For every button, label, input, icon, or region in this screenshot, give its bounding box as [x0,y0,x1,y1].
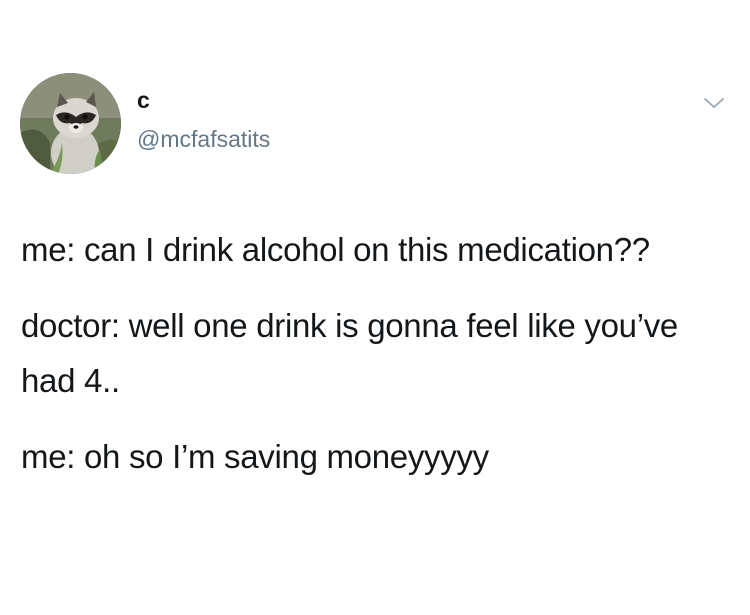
profile-avatar[interactable] [20,73,121,174]
tweet-menu-button[interactable] [701,93,727,113]
user-handle[interactable]: @mcfafsatits [137,128,270,151]
display-name[interactable]: c [137,89,150,112]
chevron-down-icon [704,98,724,108]
tweet-card: c @mcfafsatits me: can I drink alcohol o… [0,0,750,615]
raccoon-avatar-icon [20,73,121,174]
tweet-line: me: oh so I’m saving moneyyyyy [21,438,489,475]
tweet-line: doctor: well one drink is gonna feel lik… [21,307,678,399]
tweet-line: me: can I drink alcohol on this medicati… [21,231,650,268]
tweet-text: me: can I drink alcohol on this medicati… [21,222,731,505]
